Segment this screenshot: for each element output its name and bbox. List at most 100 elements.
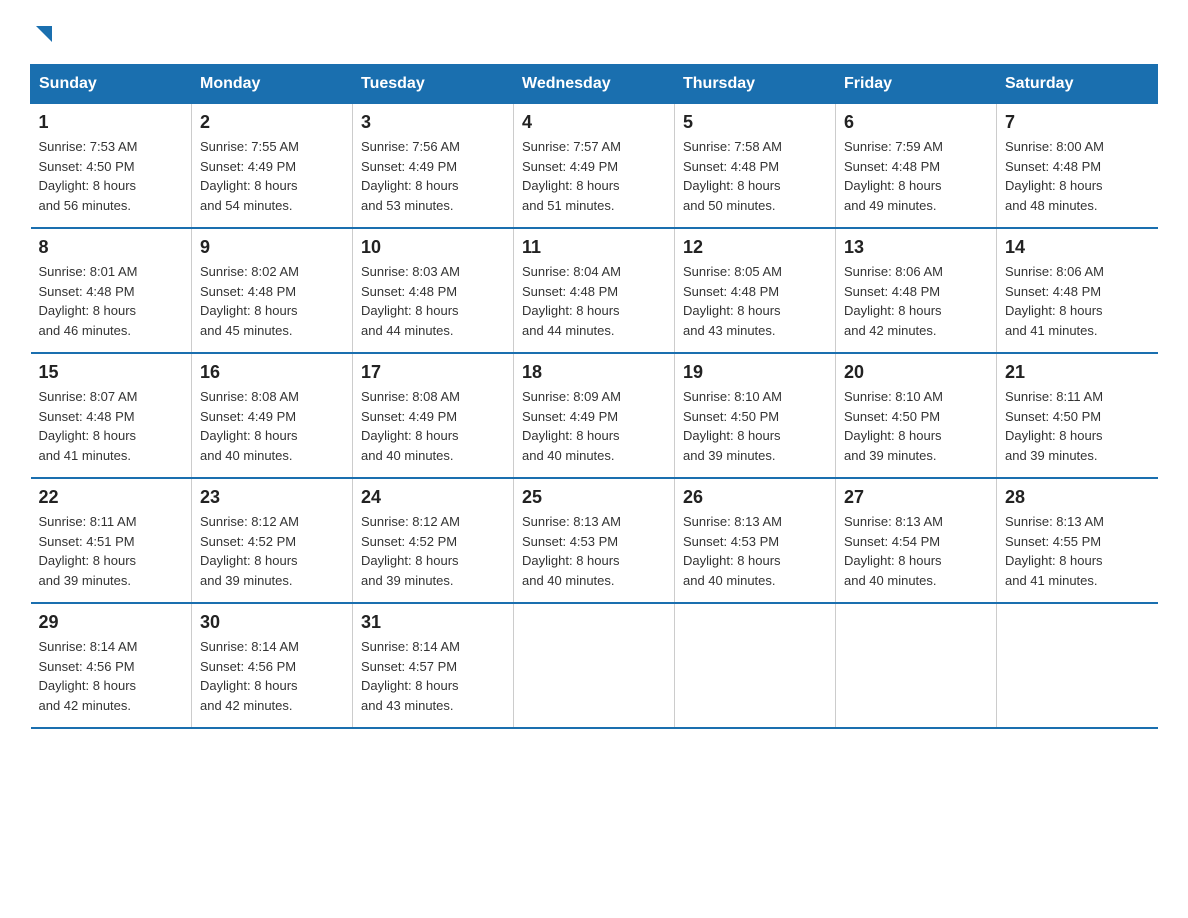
calendar-cell: 6 Sunrise: 7:59 AM Sunset: 4:48 PM Daylig… bbox=[836, 104, 997, 229]
calendar-cell: 3 Sunrise: 7:56 AM Sunset: 4:49 PM Daylig… bbox=[353, 104, 514, 229]
calendar-cell: 1Sunrise: 7:53 AM Sunset: 4:50 PM Daylig… bbox=[31, 104, 192, 229]
day-info: Sunrise: 8:10 AM Sunset: 4:50 PM Dayligh… bbox=[683, 387, 827, 465]
day-info: Sunrise: 8:12 AM Sunset: 4:52 PM Dayligh… bbox=[200, 512, 344, 590]
calendar-cell bbox=[675, 603, 836, 728]
calendar-cell: 26 Sunrise: 8:13 AM Sunset: 4:53 PM Dayli… bbox=[675, 478, 836, 603]
day-number: 6 bbox=[844, 112, 988, 133]
day-info: Sunrise: 8:10 AM Sunset: 4:50 PM Dayligh… bbox=[844, 387, 988, 465]
calendar-header-thursday: Thursday bbox=[675, 65, 836, 104]
day-number: 14 bbox=[1005, 237, 1150, 258]
day-number: 4 bbox=[522, 112, 666, 133]
calendar-header-row: SundayMondayTuesdayWednesdayThursdayFrid… bbox=[31, 65, 1158, 104]
calendar-cell: 25 Sunrise: 8:13 AM Sunset: 4:53 PM Dayli… bbox=[514, 478, 675, 603]
day-info: Sunrise: 8:14 AM Sunset: 4:56 PM Dayligh… bbox=[200, 637, 344, 715]
calendar-cell: 31 Sunrise: 8:14 AM Sunset: 4:57 PM Dayli… bbox=[353, 603, 514, 728]
calendar-cell: 9 Sunrise: 8:02 AM Sunset: 4:48 PM Daylig… bbox=[192, 228, 353, 353]
day-number: 11 bbox=[522, 237, 666, 258]
day-info: Sunrise: 8:05 AM Sunset: 4:48 PM Dayligh… bbox=[683, 262, 827, 340]
day-info: Sunrise: 8:08 AM Sunset: 4:49 PM Dayligh… bbox=[361, 387, 505, 465]
day-info: Sunrise: 8:00 AM Sunset: 4:48 PM Dayligh… bbox=[1005, 137, 1150, 215]
page-header bbox=[30, 20, 1158, 44]
day-info: Sunrise: 7:58 AM Sunset: 4:48 PM Dayligh… bbox=[683, 137, 827, 215]
day-info: Sunrise: 8:03 AM Sunset: 4:48 PM Dayligh… bbox=[361, 262, 505, 340]
calendar-cell: 27Sunrise: 8:13 AM Sunset: 4:54 PM Dayli… bbox=[836, 478, 997, 603]
day-number: 2 bbox=[200, 112, 344, 133]
day-number: 19 bbox=[683, 362, 827, 383]
day-info: Sunrise: 7:57 AM Sunset: 4:49 PM Dayligh… bbox=[522, 137, 666, 215]
calendar-cell: 13 Sunrise: 8:06 AM Sunset: 4:48 PM Dayli… bbox=[836, 228, 997, 353]
day-number: 28 bbox=[1005, 487, 1150, 508]
day-info: Sunrise: 7:55 AM Sunset: 4:49 PM Dayligh… bbox=[200, 137, 344, 215]
calendar-cell: 8Sunrise: 8:01 AM Sunset: 4:48 PM Daylig… bbox=[31, 228, 192, 353]
day-number: 27 bbox=[844, 487, 988, 508]
day-number: 10 bbox=[361, 237, 505, 258]
calendar-week-row: 8Sunrise: 8:01 AM Sunset: 4:48 PM Daylig… bbox=[31, 228, 1158, 353]
day-info: Sunrise: 8:11 AM Sunset: 4:51 PM Dayligh… bbox=[39, 512, 184, 590]
calendar-header-monday: Monday bbox=[192, 65, 353, 104]
day-number: 9 bbox=[200, 237, 344, 258]
calendar-cell: 16 Sunrise: 8:08 AM Sunset: 4:49 PM Dayli… bbox=[192, 353, 353, 478]
day-number: 22 bbox=[39, 487, 184, 508]
day-number: 18 bbox=[522, 362, 666, 383]
calendar-cell: 4 Sunrise: 7:57 AM Sunset: 4:49 PM Daylig… bbox=[514, 104, 675, 229]
day-number: 24 bbox=[361, 487, 505, 508]
calendar-header-friday: Friday bbox=[836, 65, 997, 104]
day-number: 30 bbox=[200, 612, 344, 633]
day-number: 29 bbox=[39, 612, 184, 633]
day-info: Sunrise: 8:14 AM Sunset: 4:56 PM Dayligh… bbox=[39, 637, 184, 715]
calendar-cell: 14 Sunrise: 8:06 AM Sunset: 4:48 PM Dayli… bbox=[997, 228, 1158, 353]
day-info: Sunrise: 8:06 AM Sunset: 4:48 PM Dayligh… bbox=[1005, 262, 1150, 340]
day-number: 15 bbox=[39, 362, 184, 383]
day-number: 21 bbox=[1005, 362, 1150, 383]
day-info: Sunrise: 7:59 AM Sunset: 4:48 PM Dayligh… bbox=[844, 137, 988, 215]
logo-triangle-icon bbox=[32, 22, 54, 44]
calendar-cell: 21Sunrise: 8:11 AM Sunset: 4:50 PM Dayli… bbox=[997, 353, 1158, 478]
day-number: 13 bbox=[844, 237, 988, 258]
day-number: 25 bbox=[522, 487, 666, 508]
day-info: Sunrise: 8:02 AM Sunset: 4:48 PM Dayligh… bbox=[200, 262, 344, 340]
calendar-cell: 10 Sunrise: 8:03 AM Sunset: 4:48 PM Dayli… bbox=[353, 228, 514, 353]
day-number: 12 bbox=[683, 237, 827, 258]
calendar-table: SundayMondayTuesdayWednesdayThursdayFrid… bbox=[30, 64, 1158, 729]
day-number: 16 bbox=[200, 362, 344, 383]
calendar-cell: 24 Sunrise: 8:12 AM Sunset: 4:52 PM Dayli… bbox=[353, 478, 514, 603]
calendar-cell bbox=[836, 603, 997, 728]
day-info: Sunrise: 8:04 AM Sunset: 4:48 PM Dayligh… bbox=[522, 262, 666, 340]
day-info: Sunrise: 8:06 AM Sunset: 4:48 PM Dayligh… bbox=[844, 262, 988, 340]
calendar-cell: 22 Sunrise: 8:11 AM Sunset: 4:51 PM Dayli… bbox=[31, 478, 192, 603]
calendar-cell: 30 Sunrise: 8:14 AM Sunset: 4:56 PM Dayli… bbox=[192, 603, 353, 728]
calendar-cell: 12 Sunrise: 8:05 AM Sunset: 4:48 PM Dayli… bbox=[675, 228, 836, 353]
day-info: Sunrise: 8:08 AM Sunset: 4:49 PM Dayligh… bbox=[200, 387, 344, 465]
calendar-week-row: 1Sunrise: 7:53 AM Sunset: 4:50 PM Daylig… bbox=[31, 104, 1158, 229]
day-info: Sunrise: 8:09 AM Sunset: 4:49 PM Dayligh… bbox=[522, 387, 666, 465]
calendar-cell: 7 Sunrise: 8:00 AM Sunset: 4:48 PM Daylig… bbox=[997, 104, 1158, 229]
day-number: 20 bbox=[844, 362, 988, 383]
day-number: 7 bbox=[1005, 112, 1150, 133]
day-info: Sunrise: 7:56 AM Sunset: 4:49 PM Dayligh… bbox=[361, 137, 505, 215]
day-number: 26 bbox=[683, 487, 827, 508]
calendar-header-tuesday: Tuesday bbox=[353, 65, 514, 104]
calendar-cell bbox=[514, 603, 675, 728]
day-number: 3 bbox=[361, 112, 505, 133]
day-number: 5 bbox=[683, 112, 827, 133]
day-number: 17 bbox=[361, 362, 505, 383]
calendar-header-saturday: Saturday bbox=[997, 65, 1158, 104]
day-info: Sunrise: 7:53 AM Sunset: 4:50 PM Dayligh… bbox=[39, 137, 184, 215]
day-info: Sunrise: 8:12 AM Sunset: 4:52 PM Dayligh… bbox=[361, 512, 505, 590]
calendar-cell: 15Sunrise: 8:07 AM Sunset: 4:48 PM Dayli… bbox=[31, 353, 192, 478]
calendar-cell: 28Sunrise: 8:13 AM Sunset: 4:55 PM Dayli… bbox=[997, 478, 1158, 603]
calendar-header-wednesday: Wednesday bbox=[514, 65, 675, 104]
calendar-cell: 20 Sunrise: 8:10 AM Sunset: 4:50 PM Dayli… bbox=[836, 353, 997, 478]
calendar-week-row: 29 Sunrise: 8:14 AM Sunset: 4:56 PM Dayli… bbox=[31, 603, 1158, 728]
day-number: 31 bbox=[361, 612, 505, 633]
day-info: Sunrise: 8:14 AM Sunset: 4:57 PM Dayligh… bbox=[361, 637, 505, 715]
calendar-week-row: 15Sunrise: 8:07 AM Sunset: 4:48 PM Dayli… bbox=[31, 353, 1158, 478]
day-info: Sunrise: 8:01 AM Sunset: 4:48 PM Dayligh… bbox=[39, 262, 184, 340]
calendar-cell: 18 Sunrise: 8:09 AM Sunset: 4:49 PM Dayli… bbox=[514, 353, 675, 478]
day-info: Sunrise: 8:13 AM Sunset: 4:53 PM Dayligh… bbox=[683, 512, 827, 590]
calendar-cell: 2 Sunrise: 7:55 AM Sunset: 4:49 PM Daylig… bbox=[192, 104, 353, 229]
day-info: Sunrise: 8:13 AM Sunset: 4:53 PM Dayligh… bbox=[522, 512, 666, 590]
calendar-cell: 23Sunrise: 8:12 AM Sunset: 4:52 PM Dayli… bbox=[192, 478, 353, 603]
calendar-header-sunday: Sunday bbox=[31, 65, 192, 104]
calendar-cell: 19 Sunrise: 8:10 AM Sunset: 4:50 PM Dayli… bbox=[675, 353, 836, 478]
